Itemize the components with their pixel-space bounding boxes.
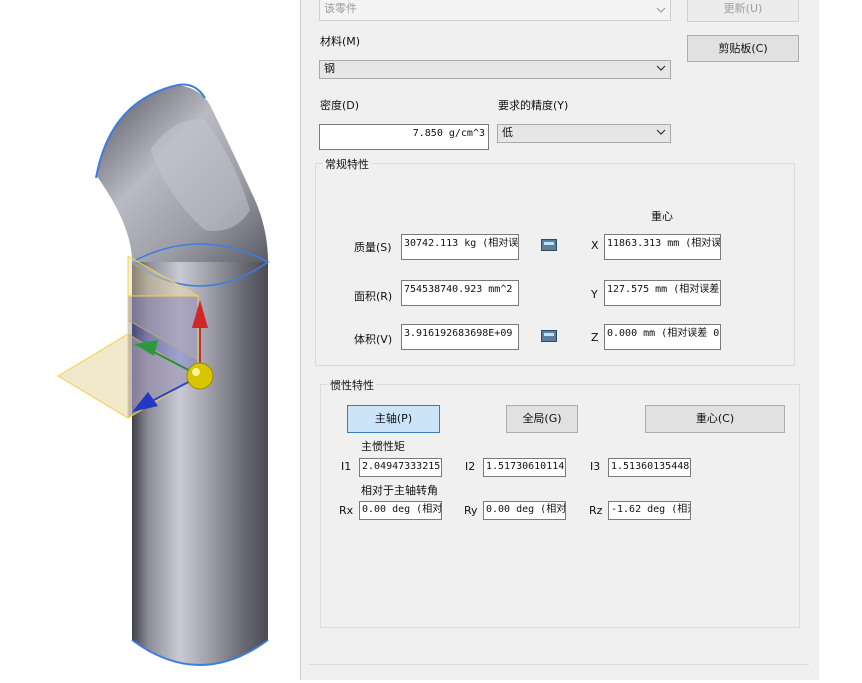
triad-origin-icon[interactable]	[186, 362, 214, 390]
accuracy-label: 要求的精度(Y)	[498, 99, 569, 112]
principal-axes-button[interactable]: 主轴(P)	[347, 405, 440, 433]
density-input[interactable]: 7.850 g/cm^3	[319, 124, 489, 150]
mass-field[interactable]: 30742.113 kg (相对误差 0.000000)	[401, 234, 519, 260]
y-field[interactable]: 127.575 mm (相对误差 0.000000)	[604, 280, 721, 306]
calculator-icon[interactable]	[541, 239, 557, 251]
i3-label: I3	[590, 460, 601, 473]
x-field[interactable]: 11863.313 mm (相对误差 0.000000)	[604, 234, 721, 260]
x-axis-arrow-icon[interactable]	[132, 392, 158, 412]
chevron-down-icon	[656, 65, 666, 71]
i3-field[interactable]: 1.51360135448	[608, 458, 691, 477]
volume-label: 体积(V)	[354, 333, 393, 346]
area-field[interactable]: 754538740.923 mm^2	[401, 280, 519, 306]
area-label: 面积(R)	[354, 290, 393, 303]
general-properties-title: 常规特性	[323, 156, 371, 172]
chevron-down-icon	[656, 7, 666, 13]
bottom-divider	[309, 664, 809, 665]
part-combo[interactable]: 该零件	[319, 0, 671, 21]
rotation-label: 相对于主轴转角	[361, 484, 438, 497]
i1-field[interactable]: 2.04947333215	[359, 458, 442, 477]
y-axis-arrow-icon[interactable]	[192, 300, 208, 328]
material-value: 钢	[324, 62, 335, 75]
i2-field[interactable]: 1.51730610114	[483, 458, 566, 477]
mass-properties-dialog: 该零件 更新(U) 剪贴板(C) 材料(M) 钢 密度(D) 7.850 g/c…	[300, 0, 820, 680]
accuracy-value: 低	[502, 126, 513, 139]
background-pane	[819, 0, 862, 680]
volume-field[interactable]: 3.916192683698E+09	[401, 324, 519, 350]
i2-label: I2	[465, 460, 476, 473]
z-field[interactable]: 0.000 mm (相对误差 0.000000)	[604, 324, 721, 350]
global-button[interactable]: 全局(G)	[506, 405, 578, 433]
update-button[interactable]: 更新(U)	[687, 0, 799, 22]
material-select[interactable]: 钢	[319, 60, 671, 79]
clipboard-button[interactable]: 剪贴板(C)	[687, 35, 799, 62]
mass-label: 质量(S)	[354, 241, 392, 254]
x-label: X	[591, 239, 599, 252]
accuracy-select[interactable]: 低	[497, 124, 671, 143]
coordinate-triad[interactable]	[120, 290, 220, 420]
calculator-icon[interactable]	[541, 330, 557, 342]
z-axis-arrow-icon[interactable]	[134, 340, 158, 356]
centroid-button[interactable]: 重心(C)	[645, 405, 785, 433]
model-viewport[interactable]	[0, 0, 300, 680]
z-label: Z	[591, 331, 599, 344]
inertia-properties-title: 惯性特性	[328, 377, 376, 393]
rx-field[interactable]: 0.00 deg (相对误差)	[359, 501, 442, 520]
part-combo-value: 该零件	[324, 2, 357, 15]
y-label: Y	[591, 288, 598, 301]
principal-moments-label: 主惯性矩	[361, 440, 405, 453]
center-of-mass-title: 重心	[651, 210, 673, 223]
material-label: 材料(M)	[320, 35, 361, 48]
chevron-down-icon	[656, 129, 666, 135]
rz-field[interactable]: -1.62 deg (相对误差)	[608, 501, 691, 520]
rz-label: Rz	[589, 504, 603, 517]
density-label: 密度(D)	[320, 99, 360, 112]
i1-label: I1	[341, 460, 352, 473]
ry-field[interactable]: 0.00 deg (相对误差)	[483, 501, 566, 520]
rx-label: Rx	[339, 504, 354, 517]
ry-label: Ry	[464, 504, 478, 517]
